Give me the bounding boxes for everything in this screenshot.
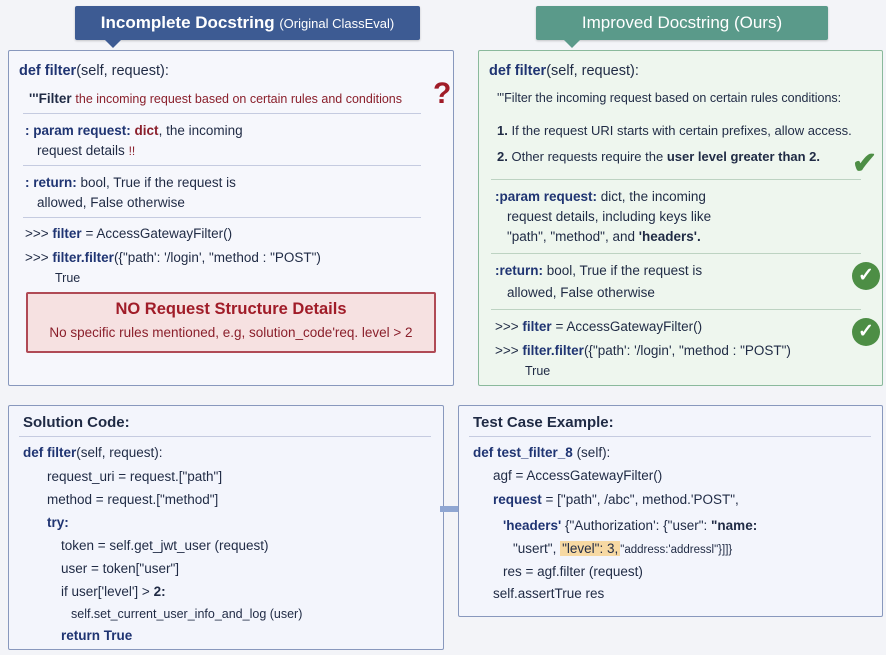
test-line-2: agf = AccessGatewayFilter(): [493, 468, 663, 483]
improved-param: :param request: dict, the incoming: [495, 189, 706, 204]
solution-line-6: user = token["user"]: [61, 561, 180, 576]
incomplete-doc-summary: '''Filter the incoming request based on …: [29, 91, 402, 106]
solution-line-8: self.set_current_user_info_and_log (user…: [71, 607, 303, 621]
solution-line-4: try:: [47, 515, 69, 530]
question-mark-icon: ?: [433, 77, 452, 110]
level-highlight: "level": 3,: [560, 541, 621, 556]
incomplete-return: : return: bool, True if the request is: [25, 175, 236, 190]
solution-line-2: request_uri = request.["path"]: [47, 469, 223, 484]
test-line-7: self.assertTrue res: [493, 586, 605, 601]
check-icon: ✓: [852, 318, 880, 346]
test-title: Test Case Example:: [473, 414, 614, 431]
test-case-panel: Test Case Example: def test_filter_8 (se…: [458, 405, 883, 617]
improved-return-line2: allowed, False otherwise: [507, 285, 655, 300]
improved-example-1: >>> filter = AccessGatewayFilter(): [495, 319, 703, 334]
improved-rule-1: 1. If the request URI starts with certai…: [497, 123, 852, 138]
improved-param-line3: "path", "method", and 'headers'.: [507, 229, 701, 244]
solution-line-3: method = request.["method"]: [47, 492, 219, 507]
incomplete-docstring-header: Incomplete Docstring (Original ClassEval…: [75, 6, 420, 48]
improved-docstring-header: Improved Docstring (Ours): [536, 6, 828, 48]
check-icon: ✔: [852, 147, 878, 180]
improved-example-output: True: [525, 364, 551, 378]
solution-title: Solution Code:: [23, 414, 130, 431]
test-line-1: def test_filter_8 (self):: [473, 445, 611, 460]
improved-rule-2: 2. Other requests require the user level…: [497, 149, 821, 164]
incomplete-return-line2: allowed, False otherwise: [37, 195, 185, 210]
improved-doc-summary: '''Filter the incoming request based on …: [497, 91, 842, 105]
solution-code-panel: Solution Code: def filter(self, request)…: [8, 405, 444, 650]
improved-param-line2: request details, including keys like: [507, 209, 712, 224]
test-line-3: request = ["path", /abc", method.'POST",: [493, 492, 739, 507]
incomplete-header-title: Incomplete Docstring: [100, 13, 275, 32]
solution-line-1: def filter(self, request):: [23, 445, 163, 460]
improved-return: :return: bool, True if the request is: [495, 263, 703, 278]
incomplete-param-line2: request details !!: [37, 143, 136, 158]
warning-title: NO Request Structure Details: [115, 300, 347, 318]
check-icon: ✓: [852, 262, 880, 290]
missing-details-warning: NO Request Structure Details No specific…: [26, 292, 436, 353]
improved-docstring-panel: def filter(self, request): '''Filter the…: [478, 50, 883, 386]
incomplete-example-output: True: [55, 271, 81, 285]
incomplete-example-1: >>> filter = AccessGatewayFilter(): [25, 226, 233, 241]
solution-line-7: if user['level'] > 2:: [61, 584, 166, 599]
solution-line-5: token = self.get_jwt_user (request): [61, 538, 269, 553]
incomplete-example-2: >>> filter.filter({"path': '/login', "me…: [25, 250, 321, 265]
improved-signature: def filter(self, request):: [489, 63, 639, 79]
solution-line-9: return True: [61, 628, 133, 643]
incomplete-header-subtitle: (Original ClassEval): [279, 16, 395, 31]
incomplete-signature: def filter(self, request):: [19, 63, 169, 79]
test-line-5: "usert", "level": 3, "address:'addressl"}…: [513, 541, 733, 556]
test-line-4: 'headers' {"Authorization': {"user": "na…: [503, 518, 758, 533]
warning-text: No specific rules mentioned, e.g, soluti…: [49, 325, 413, 340]
test-line-6: res = agf.filter (request): [503, 564, 643, 579]
improved-example-2: >>> filter.filter({"path': '/login', "me…: [495, 343, 791, 358]
incomplete-param: : param request: dict, the incoming: [25, 123, 243, 138]
improved-header-title: Improved Docstring (Ours): [581, 13, 783, 32]
